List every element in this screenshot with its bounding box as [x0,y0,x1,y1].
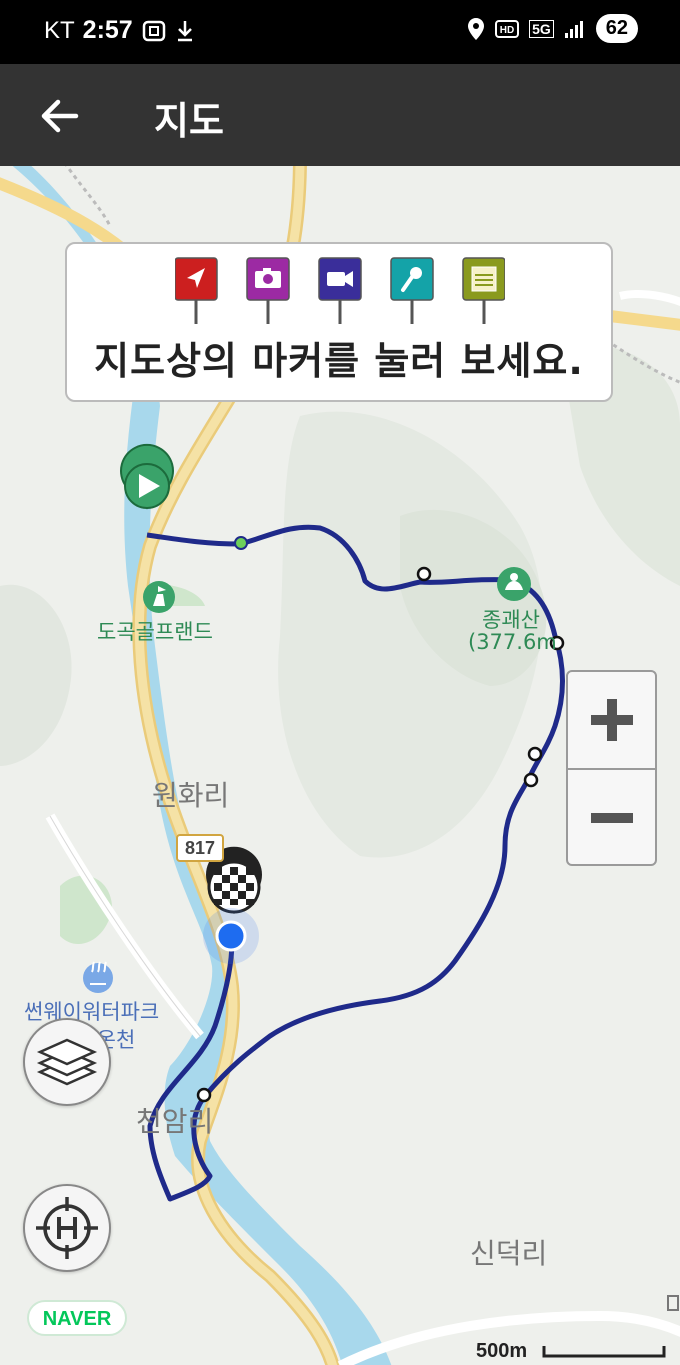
screenshot-icon [142,20,165,41]
plus-icon [590,699,633,741]
zoom-out-button[interactable] [568,770,655,866]
road-number-badge: 817 [176,834,224,862]
signal-icon [564,20,583,38]
network-type: 5G [529,19,554,38]
hd-voice-icon: HD [495,19,520,38]
video-marker-icon [318,257,362,324]
marker-types-legend [175,257,505,324]
microphone-marker-icon [390,257,434,324]
app-bar: 지도 [0,64,680,166]
village-label-sindeok: 신덕리 [470,1237,548,1270]
scale-label: 500m [476,1340,528,1362]
camera-marker-icon [246,257,290,324]
village-label-cheonam: 천암리 [136,1105,214,1138]
page-title: 지도 [154,99,224,143]
layers-icon [36,1038,98,1086]
crosshair-home-icon [36,1197,98,1259]
back-arrow-icon [41,99,79,133]
memo-marker-icon [462,257,505,324]
village-label-wonhwa: 원화리 [152,779,230,812]
carrier-label: KT [44,16,75,44]
naver-logo: NAVER [27,1300,127,1336]
zoom-in-button[interactable] [568,672,655,768]
peak-height-label: (377.6m [468,630,557,654]
waterpark-label: 썬웨이워터파크 [24,1000,160,1024]
marker-hint-popup[interactable]: 지도상의 마커를 눌러 보세요. [65,242,613,402]
minus-icon [590,813,633,823]
status-bar: KT 2:57 HD 5G 62 [0,0,680,64]
battery-indicator: 62 [595,14,638,43]
navigation-marker-icon [175,257,218,324]
golf-label: 도곡골프랜드 [97,620,213,644]
svg-text:HD: HD [500,25,514,36]
download-icon [177,20,192,41]
location-icon [468,17,485,40]
status-right: HD 5G 62 [467,14,638,43]
zoom-control [566,670,657,866]
back-button[interactable] [36,92,84,140]
current-location-button[interactable] [23,1184,111,1272]
status-left: KT 2:57 [44,16,195,45]
map-layers-button[interactable] [23,1018,111,1106]
clock: 2:57 [82,16,133,44]
map-view[interactable]: 도곡골프랜드 종괘산 (377.6m 원화리 817 썬웨이워터파크 도곡온천 … [0,166,680,1365]
marker-hint-text: 지도상의 마커를 눌러 보세요. [94,339,584,383]
